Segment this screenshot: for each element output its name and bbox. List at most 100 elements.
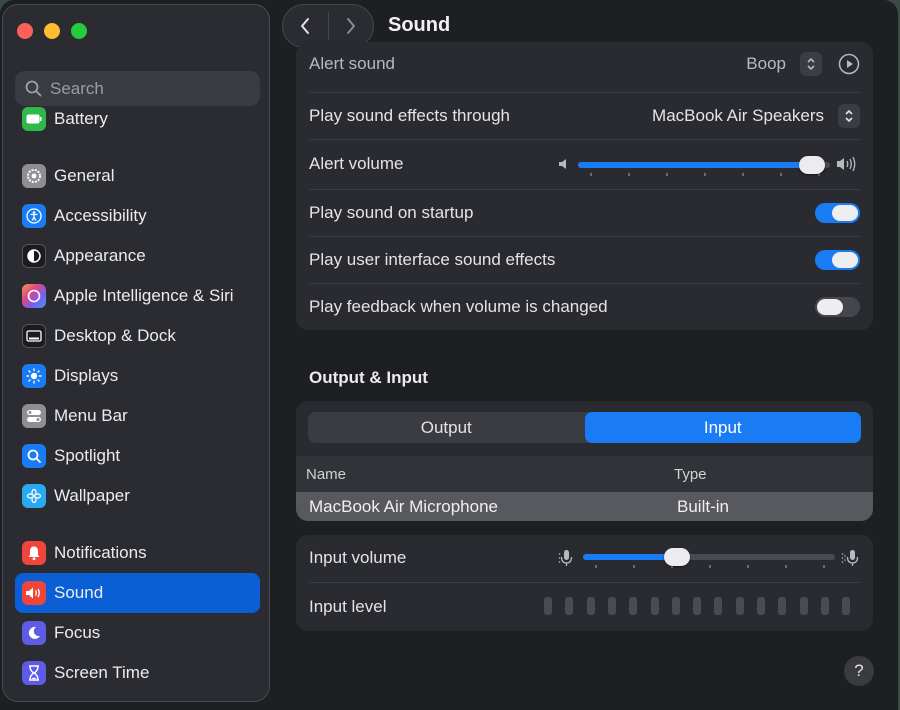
window-controls — [17, 23, 87, 39]
level-meter-segment — [607, 597, 616, 615]
sidebar-item-menu-bar[interactable]: Menu Bar — [15, 397, 260, 435]
sidebar-item-accessibility[interactable]: Accessibility — [15, 197, 260, 235]
alert-sound-popup[interactable] — [800, 52, 822, 76]
play-through-row: Play sound effects through MacBook Air S… — [309, 104, 860, 128]
microphone-low-icon — [558, 550, 573, 566]
slider-tick — [747, 565, 749, 568]
slider-fill — [583, 554, 677, 560]
play-icon[interactable] — [838, 53, 860, 75]
ui-effects-toggle[interactable] — [815, 250, 860, 270]
startup-toggle[interactable] — [815, 203, 860, 223]
forward-button[interactable] — [328, 5, 373, 47]
sidebar-item-spotlight[interactable]: Spotlight — [15, 437, 260, 475]
divider — [309, 92, 860, 93]
level-meter-segment — [735, 597, 744, 615]
level-meter-segment — [629, 597, 638, 615]
search-input[interactable] — [50, 78, 250, 99]
zoom-window-button[interactable] — [71, 23, 87, 39]
divider — [309, 139, 860, 140]
feedback-label: Play feedback when volume is changed — [309, 297, 608, 316]
slider-tick — [704, 173, 706, 176]
sidebar-item-notifications[interactable]: Notifications — [15, 534, 260, 572]
main-pane: Sound Alert sound Boop Play sound effect… — [272, 0, 898, 710]
sun-icon — [22, 364, 46, 388]
slider-knob[interactable] — [799, 156, 825, 174]
slider-tick — [780, 173, 782, 176]
help-button[interactable]: ? — [844, 656, 874, 686]
play-through-popup[interactable] — [838, 104, 860, 128]
slider-tick — [785, 565, 787, 568]
level-meter-segment — [714, 597, 723, 615]
alert-volume-slider[interactable] — [578, 156, 830, 178]
slider-tick — [628, 173, 630, 176]
sidebar-item-focus[interactable]: Focus — [15, 614, 260, 652]
startup-sound-row: Play sound on startup — [309, 201, 860, 225]
sidebar-item-label: General — [54, 166, 115, 185]
sidebar-item-label: Accessibility — [54, 206, 147, 225]
sidebar-item-label: Notifications — [54, 543, 147, 562]
input-volume-card: Input volume Input level — [296, 535, 873, 631]
dock-icon — [22, 324, 46, 348]
close-window-button[interactable] — [17, 23, 33, 39]
sound-effects-card: Alert sound Boop Play sound effects thro… — [296, 42, 873, 330]
column-header-type[interactable]: Type — [674, 466, 707, 483]
level-meter-segment — [565, 597, 574, 615]
sidebar-item-label: Screen Time — [54, 663, 150, 682]
chevron-updown-icon — [845, 109, 853, 123]
divider — [309, 189, 860, 190]
chevron-left-icon — [301, 18, 310, 34]
sidebar-item-desktop-dock[interactable]: Desktop & Dock — [15, 317, 260, 355]
play-through-label: Play sound effects through — [309, 106, 510, 125]
sidebar-item-displays[interactable]: Displays — [15, 357, 260, 395]
sidebar-item-label: Wallpaper — [54, 486, 130, 505]
sidebar-item-apple-intelligence-siri[interactable]: Apple Intelligence & Siri — [15, 277, 260, 315]
toggle-knob — [817, 299, 843, 315]
slider-tick — [823, 565, 825, 568]
input-level-meter — [544, 597, 854, 617]
divider — [309, 283, 860, 284]
feedback-toggle[interactable] — [815, 297, 860, 317]
gear-icon — [22, 164, 46, 188]
level-meter-segment — [671, 597, 680, 615]
device-type: Built-in — [677, 497, 729, 516]
sidebar-item-sound[interactable]: Sound — [15, 573, 260, 613]
alert-sound-row: Alert sound Boop — [309, 52, 860, 76]
slider-knob[interactable] — [664, 548, 690, 566]
sidebar-item-general[interactable]: General — [15, 157, 260, 195]
microphone-high-icon — [841, 550, 859, 566]
divider — [309, 582, 860, 583]
alert-sound-value[interactable]: Boop — [746, 54, 786, 74]
page-title: Sound — [388, 14, 451, 36]
level-meter-segment — [544, 597, 552, 615]
sidebar: Battery General Accessibility Appearance — [2, 4, 270, 702]
speaker-icon — [22, 581, 46, 605]
input-volume-label: Input volume — [309, 548, 407, 567]
device-name: MacBook Air Microphone — [309, 497, 498, 516]
sidebar-item-screen-time[interactable]: Screen Time — [15, 654, 260, 692]
tab-input[interactable]: Input — [584, 412, 861, 443]
sidebar-item-battery[interactable]: Battery — [15, 100, 260, 138]
tab-output[interactable]: Output — [308, 412, 585, 443]
play-through-value[interactable]: MacBook Air Speakers — [652, 106, 824, 126]
sidebar-item-label: Desktop & Dock — [54, 326, 176, 345]
alert-sound-label: Alert sound — [309, 54, 395, 73]
divider — [309, 236, 860, 237]
level-meter-segment — [650, 597, 659, 615]
column-header-name[interactable]: Name — [306, 466, 346, 483]
input-volume-slider[interactable] — [583, 548, 835, 570]
speaker-low-icon — [559, 159, 566, 169]
sidebar-item-wallpaper[interactable]: Wallpaper — [15, 477, 260, 515]
level-meter-segment — [820, 597, 829, 615]
chevron-right-icon — [346, 18, 355, 34]
appearance-icon — [22, 244, 46, 268]
speaker-high-icon — [837, 156, 856, 172]
output-input-segmented-control: Output Input — [308, 412, 861, 443]
minimize-window-button[interactable] — [44, 23, 60, 39]
device-table-header: Name Type — [296, 456, 873, 492]
back-button[interactable] — [283, 5, 328, 47]
level-meter-segment — [757, 597, 765, 615]
table-row[interactable]: MacBook Air Microphone Built-in — [296, 492, 873, 521]
slider-tick — [590, 173, 592, 176]
slider-tick — [666, 173, 668, 176]
sidebar-item-appearance[interactable]: Appearance — [15, 237, 260, 275]
